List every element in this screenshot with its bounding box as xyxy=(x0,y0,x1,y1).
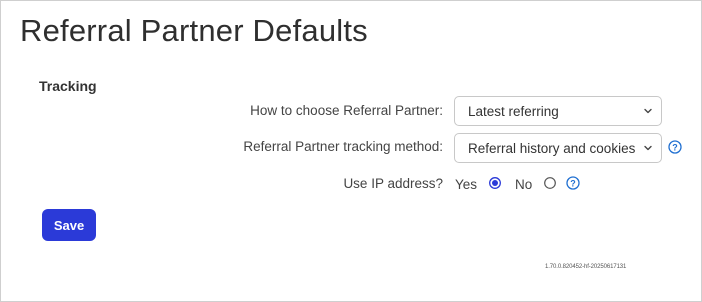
tracking-method-select[interactable]: Referral history and cookies xyxy=(454,133,662,163)
choose-partner-label: How to choose Referral Partner: xyxy=(250,103,443,118)
svg-text:?: ? xyxy=(570,178,576,188)
save-button[interactable]: Save xyxy=(42,209,96,241)
choose-partner-select[interactable]: Latest referring xyxy=(454,96,662,126)
page-title: Referral Partner Defaults xyxy=(20,13,368,48)
section-title-tracking: Tracking xyxy=(39,78,97,94)
choose-partner-value: Latest referring xyxy=(468,104,559,119)
radio-no-label[interactable]: No xyxy=(515,177,532,192)
svg-text:?: ? xyxy=(672,142,678,152)
version-label: 1.70.0.820452-hf-20250617131 xyxy=(545,264,627,270)
tracking-method-value: Referral history and cookies xyxy=(468,141,636,156)
settings-panel: Referral Partner Defaults Tracking How t… xyxy=(0,0,702,302)
chevron-down-icon xyxy=(644,108,652,114)
use-ip-label: Use IP address? xyxy=(343,176,443,191)
tracking-method-label: Referral Partner tracking method: xyxy=(243,139,443,154)
radio-yes-label[interactable]: Yes xyxy=(455,177,477,192)
radio-no[interactable] xyxy=(544,177,556,189)
chevron-down-icon xyxy=(644,145,652,151)
help-icon[interactable]: ? xyxy=(566,176,580,190)
radio-yes[interactable] xyxy=(489,177,501,189)
help-icon[interactable]: ? xyxy=(668,140,682,154)
